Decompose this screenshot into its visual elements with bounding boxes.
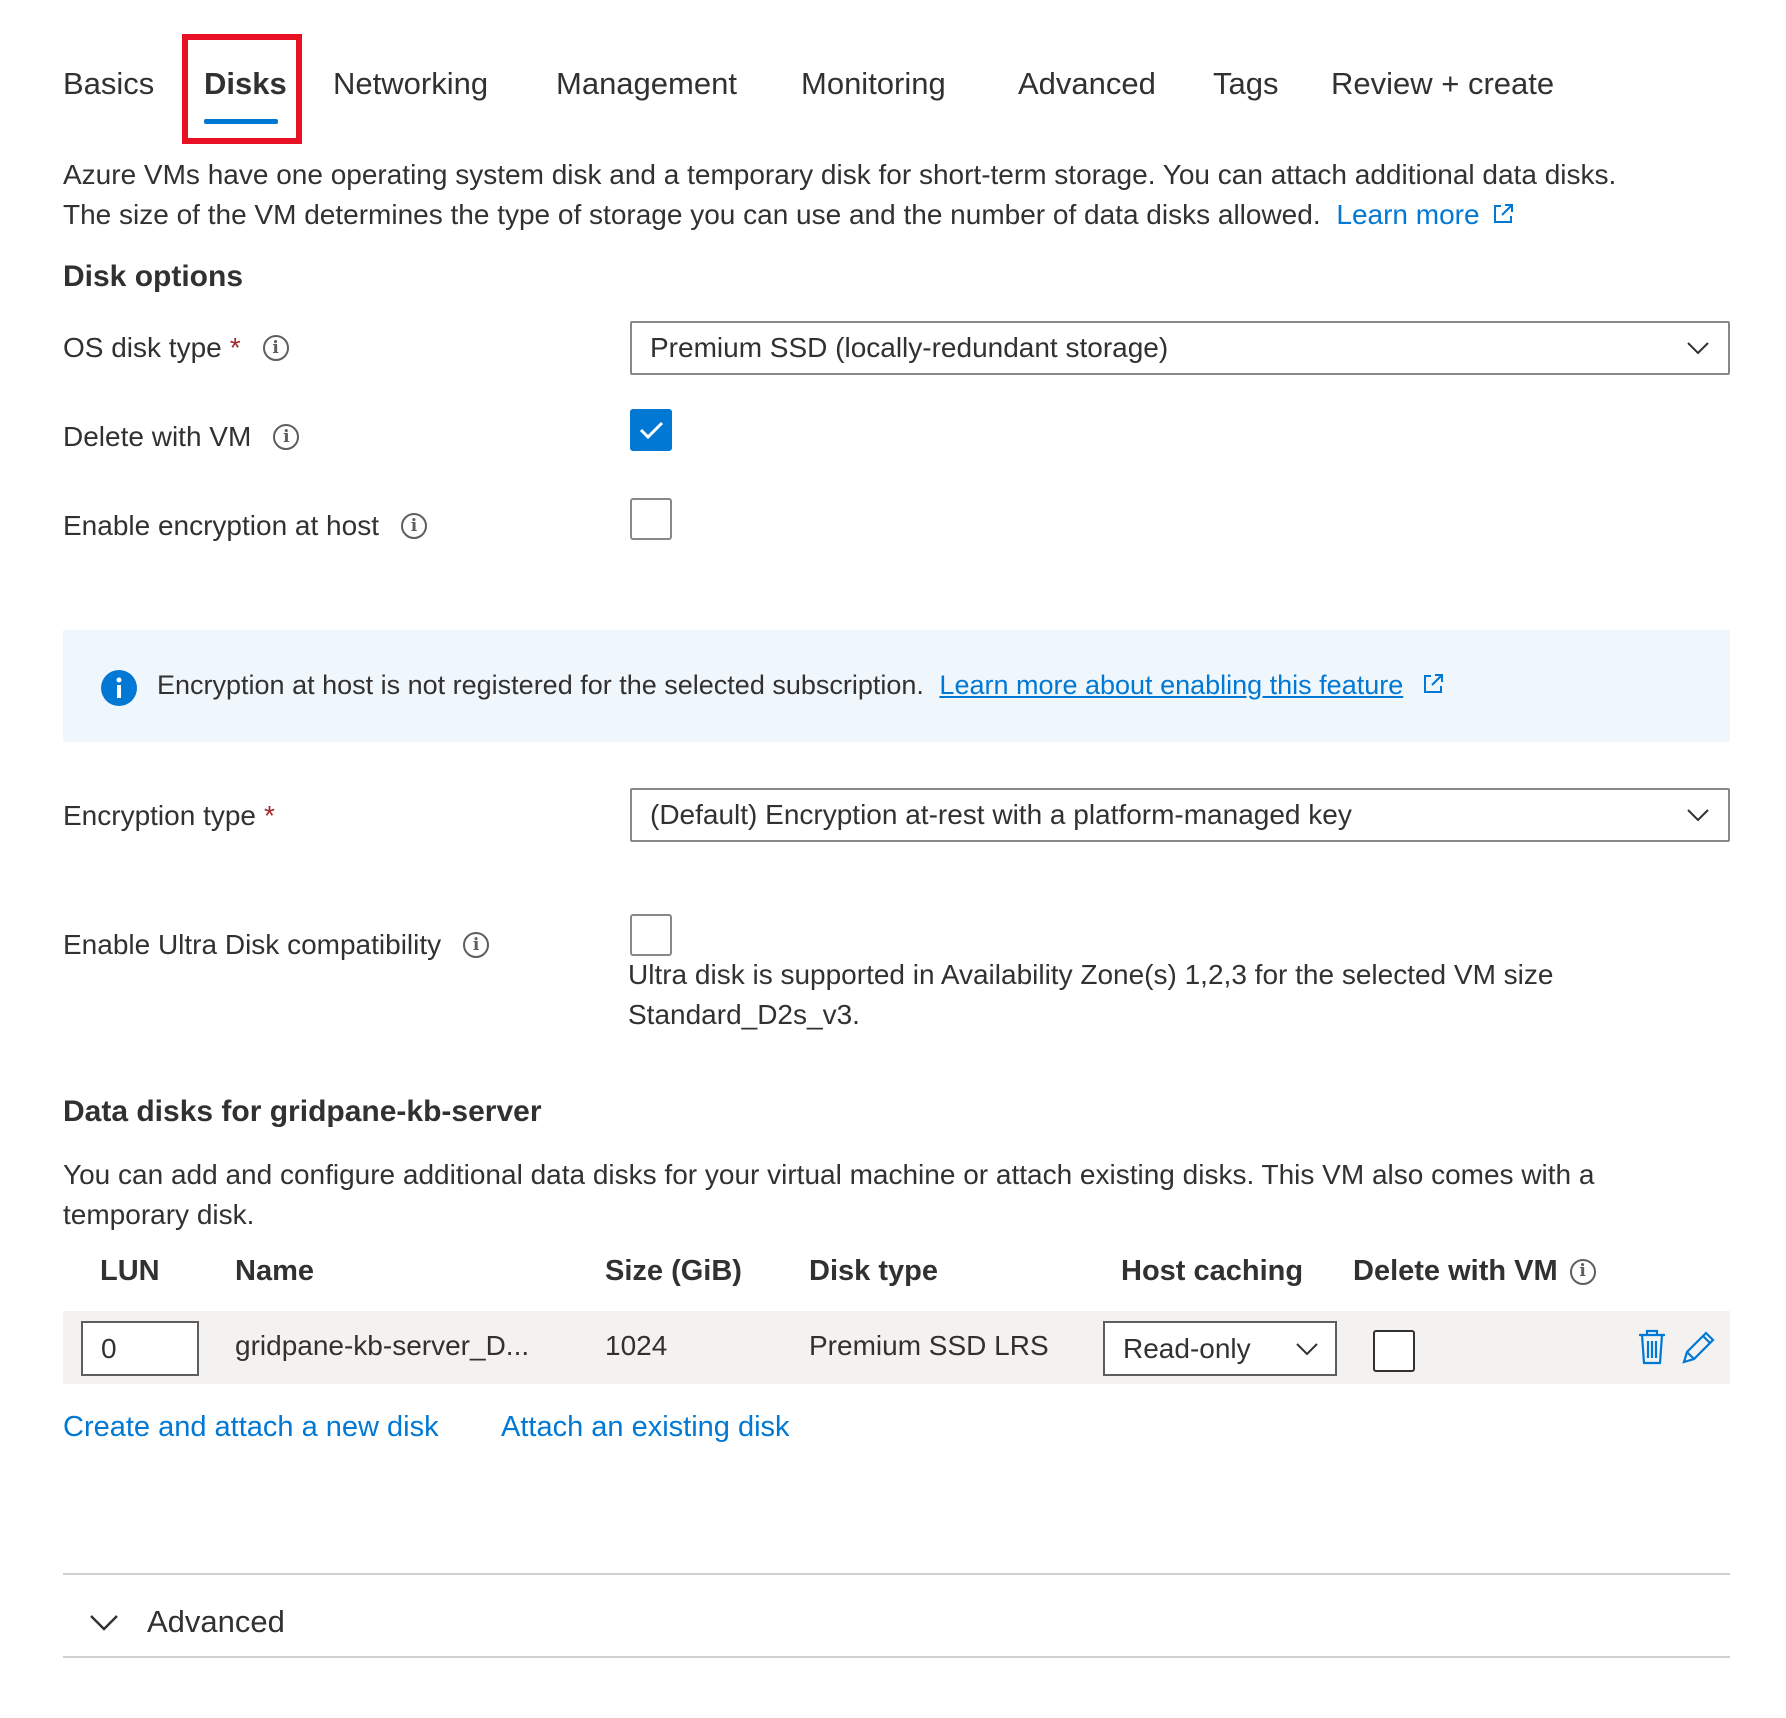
lun-value: 0 [101, 1332, 117, 1364]
pencil-icon[interactable] [1678, 1328, 1718, 1368]
delete-with-vm-text: Delete with VM [63, 421, 252, 452]
column-header-disk-type: Disk type [809, 1255, 938, 1287]
chevron-down-icon [1687, 809, 1709, 822]
required-asterisk: * [264, 800, 275, 831]
lun-input[interactable]: 0 [81, 1321, 199, 1376]
learn-more-label: Learn more [1336, 199, 1480, 230]
os-disk-type-dropdown[interactable]: Premium SSD (locally-redundant storage) [630, 321, 1730, 375]
info-icon[interactable]: i [400, 513, 427, 539]
ultra-disk-note-line-1: Ultra disk is supported in Availability … [628, 959, 1554, 990]
advanced-section-toggle[interactable]: Advanced [63, 1590, 1730, 1654]
chevron-down-icon [90, 1615, 118, 1631]
encryption-type-value: (Default) Encryption at-rest with a plat… [650, 799, 1352, 830]
column-header-delete-with-vm-text: Delete with VM [1353, 1255, 1558, 1287]
external-link-icon [1494, 204, 1514, 223]
encryption-at-host-checkbox[interactable] [630, 498, 672, 540]
row-delete-with-vm-checkbox[interactable] [1373, 1330, 1415, 1372]
create-attach-new-disk-link[interactable]: Create and attach a new disk [63, 1411, 439, 1444]
checkmark-icon [639, 421, 664, 440]
info-icon[interactable]: i [1569, 1258, 1596, 1285]
advanced-label: Advanced [147, 1604, 285, 1639]
learn-more-link[interactable]: Learn more [1336, 199, 1515, 230]
encryption-type-text: Encryption type [63, 800, 256, 831]
intro-text: Azure VMs have one operating system disk… [63, 155, 1753, 235]
chevron-down-icon [1687, 342, 1709, 355]
ultra-disk-checkbox[interactable] [630, 914, 672, 956]
column-header-name: Name [235, 1255, 314, 1287]
attach-existing-disk-link[interactable]: Attach an existing disk [501, 1411, 790, 1444]
ultra-disk-note: Ultra disk is supported in Availability … [628, 955, 1728, 1035]
info-icon[interactable]: i [273, 424, 300, 450]
os-disk-type-text: OS disk type [63, 332, 222, 363]
ultra-disk-label: Enable Ultra Disk compatibility i [63, 929, 490, 961]
host-caching-dropdown[interactable]: Read-only [1103, 1321, 1337, 1376]
ultra-disk-note-line-2: Standard_D2s_v3. [628, 999, 860, 1030]
tab-management[interactable]: Management [556, 66, 737, 102]
column-header-host-caching: Host caching [1121, 1255, 1304, 1287]
disk-size: 1024 [605, 1330, 668, 1361]
data-disks-description: You can add and configure additional dat… [63, 1155, 1753, 1235]
data-disks-desc-line-1: You can add and configure additional dat… [63, 1159, 1595, 1190]
disk-name: gridpane-kb-server_D... [235, 1330, 530, 1361]
tab-tags[interactable]: Tags [1213, 66, 1278, 102]
encryption-at-host-label: Enable encryption at host i [63, 510, 427, 542]
tab-advanced[interactable]: Advanced [1018, 66, 1156, 102]
banner-message: Encryption at host is not registered for… [157, 670, 1445, 701]
tab-review-create[interactable]: Review + create [1331, 66, 1554, 102]
tab-highlight-box [182, 34, 302, 144]
os-disk-type-value: Premium SSD (locally-redundant storage) [650, 332, 1169, 363]
column-header-lun: LUN [100, 1255, 160, 1287]
info-icon[interactable]: i [262, 335, 289, 361]
delete-with-vm-checkbox[interactable] [630, 409, 672, 451]
data-disks-title: Data disks for gridpane-kb-server [63, 1095, 542, 1128]
ultra-disk-text: Enable Ultra Disk compatibility [63, 929, 442, 960]
intro-line-1: Azure VMs have one operating system disk… [63, 159, 1617, 190]
info-filled-icon [101, 670, 137, 706]
disk-type-value: Premium SSD LRS [809, 1330, 1049, 1361]
disk-options-title: Disk options [63, 260, 244, 293]
tab-monitoring[interactable]: Monitoring [801, 66, 946, 102]
intro-line-2: The size of the VM determines the type o… [63, 195, 1753, 235]
host-caching-value: Read-only [1123, 1332, 1251, 1364]
chevron-down-icon [1296, 1342, 1318, 1355]
trash-icon[interactable] [1636, 1328, 1668, 1366]
external-link-icon [1423, 674, 1443, 693]
encryption-type-dropdown[interactable]: (Default) Encryption at-rest with a plat… [630, 788, 1730, 842]
divider [63, 1656, 1730, 1658]
encryption-type-label: Encryption type * [63, 800, 275, 832]
tab-basics[interactable]: Basics [63, 66, 154, 102]
os-disk-type-label: OS disk type * i [63, 332, 289, 364]
banner-text: Encryption at host is not registered for… [157, 670, 924, 700]
tab-networking[interactable]: Networking [333, 66, 488, 102]
intro-line-2-text: The size of the VM determines the type o… [63, 199, 1321, 230]
delete-with-vm-label: Delete with VM i [63, 421, 300, 453]
data-disks-desc-line-2: temporary disk. [63, 1199, 255, 1230]
encryption-at-host-text: Enable encryption at host [63, 510, 379, 541]
column-header-size: Size (GiB) [605, 1255, 742, 1287]
required-asterisk: * [229, 332, 241, 363]
divider [63, 1573, 1730, 1575]
learn-more-feature-label: Learn more about enabling this feature [939, 670, 1404, 700]
learn-more-feature-link[interactable]: Learn more about enabling this feature [939, 670, 1403, 700]
column-header-delete-with-vm: Delete with VM i [1353, 1255, 1596, 1288]
info-icon[interactable]: i [463, 932, 490, 958]
